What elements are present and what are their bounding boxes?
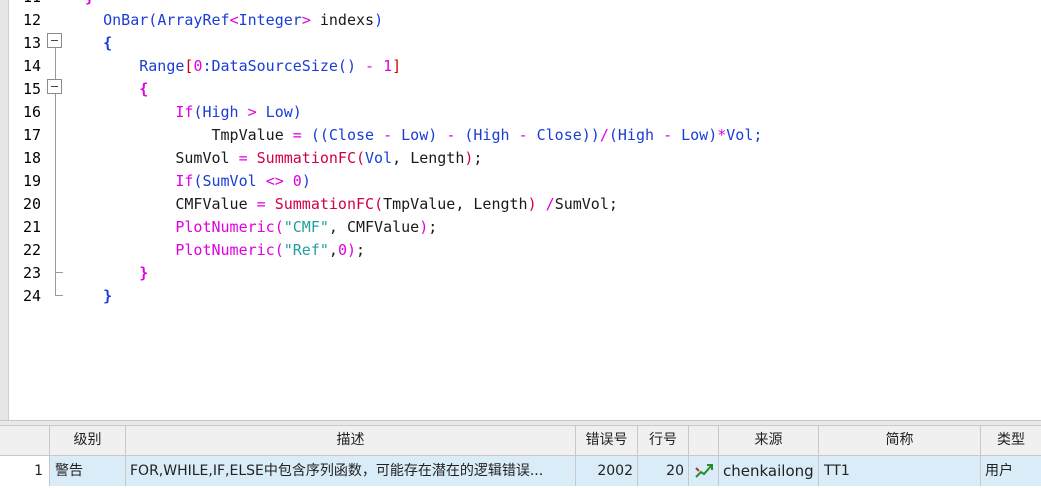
column-header-source[interactable]: 来源 [719,426,819,455]
fold-guide [55,94,56,272]
edit-arrow-icon[interactable] [689,456,719,486]
code-line[interactable]: 24 } [0,285,1041,308]
code-editor[interactable]: 11 } 12 OnBar(ArrayRef<Integer> indexs)1… [0,0,1041,420]
code-text: CMFValue = SummationFC(TmpValue, Length)… [175,195,618,213]
error-source: chenkailong [719,456,819,486]
line-number: 14 [22,57,41,75]
code-text: TmpValue = ((Close - Low) - (High - Clos… [211,126,763,144]
column-header-level[interactable]: 级别 [50,426,126,455]
line-number: 15 [22,80,41,98]
code-text: } [139,264,149,282]
code-text: SumVol = SummationFC(Vol, Length); [175,149,483,167]
code-line[interactable]: 15 { [0,78,1041,101]
code-text: } [103,287,113,305]
code-text: PlotNumeric("Ref",0); [175,241,366,259]
error-list-header: 级别 描述 错误号 行号 来源 简称 类型 [0,426,1041,456]
code-text: { [103,34,113,52]
code-line[interactable]: 19 If(SumVol <> 0) [0,170,1041,193]
row-index: 1 [0,456,50,486]
code-text: { [139,80,149,98]
error-row[interactable]: 1 警告 FOR,WHILE,IF,ELSE中包含序列函数，可能存在潜在的逻辑错… [0,456,1041,486]
line-number: 22 [22,241,41,259]
code-line[interactable]: 18 SumVol = SummationFC(Vol, Length); [0,147,1041,170]
column-header-type[interactable]: 类型 [981,426,1041,455]
line-number: 24 [22,287,41,305]
code-text: Range[0:DataSourceSize() - 1] [139,57,402,75]
error-abbreviation: TT1 [819,456,981,486]
code-text: OnBar(ArrayRef<Integer> indexs) [103,11,384,29]
line-number: 16 [22,103,41,121]
code-line[interactable]: 16 If(High > Low) [0,101,1041,124]
code-text: If(SumVol <> 0) [175,172,311,190]
fold-guide [55,48,56,79]
error-level: 警告 [50,456,126,486]
error-list-panel: 级别 描述 错误号 行号 来源 简称 类型 1 警告 FOR,WHILE,IF,… [0,426,1041,488]
column-header-description[interactable]: 描述 [126,426,576,455]
code-line[interactable]: 14 Range[0:DataSourceSize() - 1] [0,55,1041,78]
line-number: 13 [22,34,41,52]
code-text: If(High > Low) [175,103,302,121]
fold-end-marker [55,295,63,296]
code-line-partial: 11 } [0,0,1041,9]
code-line[interactable]: 13 { [0,32,1041,55]
error-code: 2002 [576,456,638,486]
code-text: PlotNumeric("CMF", CMFValue); [175,218,438,236]
fold-toggle-line-13[interactable] [47,33,62,48]
error-description: FOR,WHILE,IF,ELSE中包含序列函数，可能存在潜在的逻辑错误... [126,456,576,486]
column-header-error-code[interactable]: 错误号 [576,426,638,455]
column-header-line[interactable]: 行号 [638,426,689,455]
fold-toggle-line-15[interactable] [47,79,62,94]
fold-guide [55,272,56,295]
fold-end-marker [55,272,63,273]
column-header-abbreviation[interactable]: 简称 [819,426,981,455]
code-line[interactable]: 23 } [0,262,1041,285]
code-line[interactable]: 20 CMFValue = SummationFC(TmpValue, Leng… [0,193,1041,216]
header-corner [0,426,50,455]
line-number: 18 [22,149,41,167]
line-number: 21 [22,218,41,236]
code-line[interactable]: 17 TmpValue = ((Close - Low) - (High - C… [0,124,1041,147]
code-line[interactable]: 22 PlotNumeric("Ref",0); [0,239,1041,262]
line-number: 17 [22,126,41,144]
line-number: 19 [22,172,41,190]
line-number: 23 [22,264,41,282]
error-type: 用户 [985,463,1013,479]
error-line: 20 [638,456,689,486]
code-line[interactable]: 21 PlotNumeric("CMF", CMFValue); [0,216,1041,239]
line-number: 20 [22,195,41,213]
code-line[interactable]: 12 OnBar(ArrayRef<Integer> indexs) [0,9,1041,32]
column-header-icon[interactable] [689,426,719,455]
line-number: 12 [22,11,41,29]
